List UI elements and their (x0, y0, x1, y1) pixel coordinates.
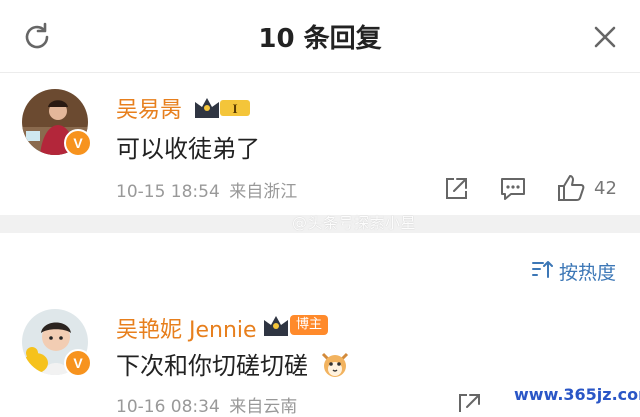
sort-button[interactable]: 按热度 (531, 258, 616, 285)
comment-meta: 10-16 08:34 来自云南 (116, 392, 297, 417)
site-watermark: www.365jz.com (514, 381, 640, 409)
username[interactable]: 吴艳妮 Jennie (116, 312, 257, 344)
cat-emoji-icon (320, 350, 350, 384)
comment-text: 下次和你切磋切磋 (116, 346, 350, 384)
page-title: 10 条回复 (258, 24, 382, 54)
comment-source: 来自浙江 (229, 182, 298, 202)
verified-badge: V (64, 349, 92, 377)
level-number: I (232, 101, 237, 116)
comment-date: 10-16 08:34 (116, 397, 220, 417)
username[interactable]: 吴易昺 (116, 92, 182, 124)
like-icon[interactable] (556, 173, 586, 207)
reply-header: 10 条回复 (0, 0, 640, 73)
sort-icon (531, 259, 553, 284)
watermark: @头条号探索小星 (292, 214, 417, 232)
comment-meta: 10-15 18:54 来自浙江 (116, 177, 297, 202)
avatar[interactable]: V (22, 89, 92, 157)
comment-date: 10-15 18:54 (116, 182, 220, 202)
comment-icon[interactable] (499, 176, 527, 206)
blogger-badge: 博主 (290, 315, 329, 335)
sort-label: 按热度 (558, 262, 616, 284)
comment-text-content: 下次和你切磋切磋 (116, 352, 308, 380)
verified-badge: V (64, 129, 92, 157)
like-count: 42 (594, 178, 617, 199)
comment-text: 可以收徒弟了 (116, 135, 260, 163)
share-icon[interactable] (443, 176, 469, 206)
crown-icon (262, 312, 290, 342)
share-icon[interactable] (456, 392, 482, 416)
close-icon[interactable] (588, 20, 622, 54)
comment-source: 来自云南 (229, 397, 298, 417)
level-badge: I (192, 94, 256, 124)
avatar[interactable]: V (22, 309, 92, 377)
